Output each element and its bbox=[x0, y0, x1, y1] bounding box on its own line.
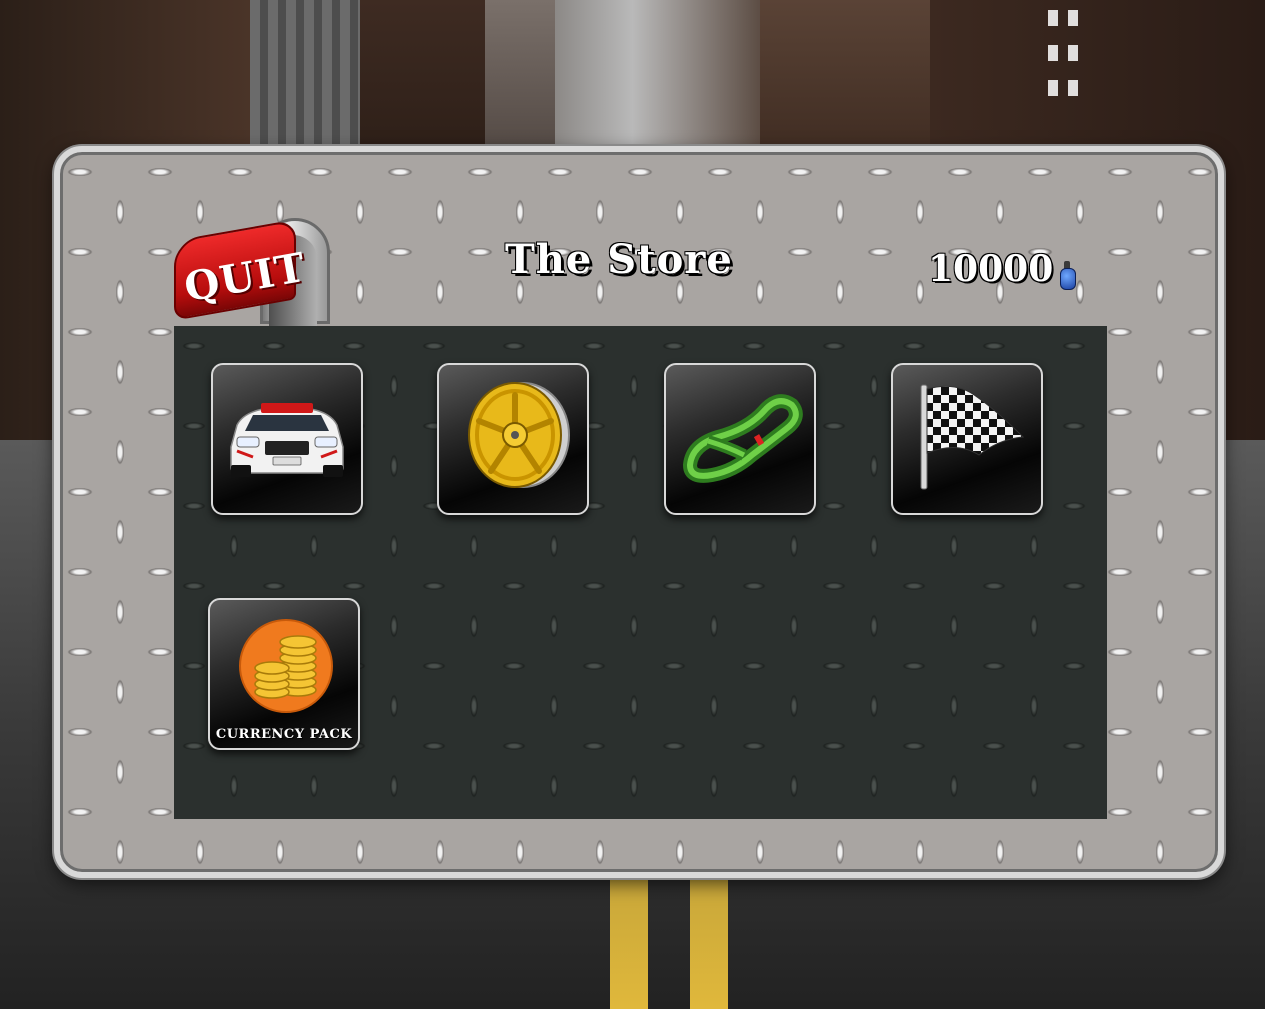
race-car-icon bbox=[230, 403, 344, 477]
building bbox=[760, 0, 930, 170]
road-lane-marking bbox=[610, 874, 648, 1009]
gold-coins-icon bbox=[239, 619, 333, 713]
building-window bbox=[1048, 80, 1058, 96]
building-window bbox=[1068, 10, 1078, 26]
building-window bbox=[1068, 45, 1078, 61]
building-glass bbox=[250, 0, 360, 170]
store-item-currency-pack[interactable]: CURRENCY PACK bbox=[208, 598, 360, 750]
building bbox=[485, 0, 555, 170]
quit-button[interactable]: QUIT bbox=[174, 218, 330, 327]
building bbox=[360, 0, 485, 170]
store-item-wheels[interactable] bbox=[437, 363, 589, 515]
potion-bottle-icon bbox=[1057, 256, 1077, 290]
building-window bbox=[1048, 45, 1058, 61]
building-window bbox=[1068, 80, 1078, 96]
store-item-tracks[interactable] bbox=[664, 363, 816, 515]
currency-display: 10000 bbox=[928, 248, 1077, 290]
store-item-cars[interactable] bbox=[211, 363, 363, 515]
page-title: The Store bbox=[505, 236, 733, 283]
store-item-races[interactable] bbox=[891, 363, 1043, 515]
race-track-icon bbox=[682, 394, 803, 483]
wheel-rim-icon bbox=[468, 382, 570, 488]
building-window bbox=[1048, 10, 1058, 26]
currency-pack-label: CURRENCY PACK bbox=[215, 727, 353, 742]
road-lane-marking bbox=[690, 874, 728, 1009]
checkered-flag-icon bbox=[920, 384, 1025, 490]
currency-value: 10000 bbox=[928, 248, 1054, 290]
